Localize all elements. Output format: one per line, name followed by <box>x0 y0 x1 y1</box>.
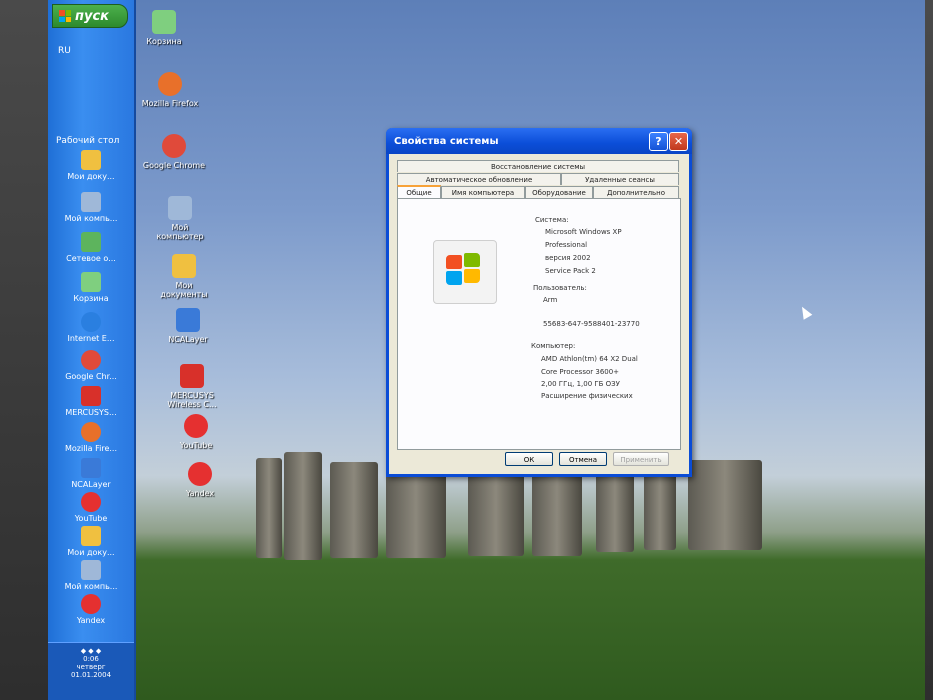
taskbar-item-network[interactable]: Сетевое о... <box>48 232 134 263</box>
ok-button[interactable]: ОК <box>505 452 553 466</box>
system-tray: ◆ ◆ ◆ 0:06 четверг 01.01.2004 <box>48 642 134 700</box>
firefox-icon <box>81 422 101 442</box>
ncalayer-icon <box>176 308 200 332</box>
mouse-pointer <box>797 304 813 320</box>
computer-icon <box>81 192 101 212</box>
taskbar-item-mercusys[interactable]: MERCUSYS... <box>48 386 134 417</box>
desktop-toolbar-label: Рабочий стол <box>56 136 120 146</box>
logo-pane-red <box>446 255 462 269</box>
wallpaper-stone <box>284 452 322 560</box>
taskbar-item-my-documents[interactable]: Мои доку... <box>48 150 134 181</box>
computer-icon <box>168 196 192 220</box>
wallpaper-stone <box>596 466 634 552</box>
taskbar-item-recycle-bin[interactable]: Корзина <box>48 272 134 303</box>
computer-label: Компьютер: <box>531 342 576 350</box>
os-version: версия 2002 <box>545 254 591 262</box>
logo-pane-yellow <box>464 269 480 283</box>
desktop-icon-youtube[interactable]: YouTube <box>164 414 228 450</box>
computer-icon <box>81 560 101 580</box>
help-button[interactable]: ? <box>649 132 668 151</box>
dialog-title: Свойства системы <box>394 135 499 147</box>
recycle-bin-icon <box>81 272 101 292</box>
start-label: пуск <box>75 8 109 24</box>
clock-day: четверг <box>76 663 106 671</box>
folder-icon <box>81 526 101 546</box>
wallpaper-stone <box>256 458 282 558</box>
desktop-icon-my-documents[interactable]: Мои документы <box>152 254 216 299</box>
os-edition: Professional <box>545 241 588 249</box>
chrome-icon <box>81 350 101 370</box>
taskbar-item-ncalayer[interactable]: NCALayer <box>48 458 134 489</box>
product-id: 55683-647-9588401-23770 <box>543 320 640 328</box>
tab-advanced[interactable]: Дополнительно <box>593 186 679 198</box>
tab-computer-name[interactable]: Имя компьютера <box>441 186 525 198</box>
user-label: Пользователь: <box>533 284 587 292</box>
desktop-icon-ncalayer[interactable]: NCALayer <box>156 308 220 344</box>
pae-line: Расширение физических <box>541 392 633 400</box>
taskbar-item-firefox[interactable]: Mozilla Fire... <box>48 422 134 453</box>
os-service-pack: Service Pack 2 <box>545 267 596 275</box>
taskbar-item-yandex[interactable]: Yandex <box>48 594 134 625</box>
system-label: Система: <box>535 216 569 224</box>
ie-icon <box>81 312 101 332</box>
taskbar-item-chrome[interactable]: Google Chr... <box>48 350 134 381</box>
tab-hardware[interactable]: Оборудование <box>525 186 593 198</box>
desktop-icon-my-computer[interactable]: Мой компьютер <box>148 196 212 241</box>
close-button[interactable]: ✕ <box>669 132 688 151</box>
windows-flag-icon <box>59 10 71 22</box>
wifi-icon <box>180 364 204 388</box>
dialog-titlebar[interactable]: Свойства системы ? ✕ <box>386 128 692 154</box>
chrome-icon <box>162 134 186 158</box>
desktop-icon-chrome[interactable]: Google Chrome <box>142 134 206 170</box>
tab-general[interactable]: Общие <box>397 185 441 199</box>
tray-icons[interactable]: ◆ ◆ ◆ <box>48 647 134 655</box>
apply-button[interactable]: Применить <box>613 452 669 466</box>
desktop-icon-recycle-bin[interactable]: Корзина <box>132 10 196 46</box>
wallpaper-stone <box>468 472 524 556</box>
taskbar-item-youtube[interactable]: YouTube <box>48 492 134 523</box>
language-indicator[interactable]: RU <box>58 46 71 56</box>
wallpaper-stone <box>386 470 446 558</box>
cpu-speed-ram: 2,00 ГГц, 1,00 ГБ ОЗУ <box>541 380 620 388</box>
yandex-browser-icon <box>188 462 212 486</box>
firefox-icon <box>158 72 182 96</box>
taskbar-item-internet-explorer[interactable]: Internet E... <box>48 312 134 343</box>
folder-icon <box>172 254 196 278</box>
ncalayer-icon <box>81 458 101 478</box>
wallpaper-stone <box>330 462 378 558</box>
wallpaper-stone <box>532 468 582 556</box>
desktop-icon-yandex[interactable]: Yandex <box>168 462 232 498</box>
yandex-browser-icon <box>184 414 208 438</box>
yandex-browser-icon <box>81 492 101 512</box>
clock-date: 01.01.2004 <box>70 671 112 679</box>
wifi-icon <box>81 386 101 406</box>
tab-system-restore[interactable]: Восстановление системы <box>397 160 679 172</box>
logo-pane-green <box>464 253 480 267</box>
windows-logo-icon <box>433 240 497 304</box>
recycle-bin-icon <box>152 10 176 34</box>
clock-time[interactable]: 0:06 <box>48 655 134 663</box>
taskbar-item-my-documents-2[interactable]: Мои доку... <box>48 526 134 557</box>
desktop-icon-firefox[interactable]: Mozilla Firefox <box>138 72 202 108</box>
network-icon <box>81 232 101 252</box>
wallpaper-stone <box>688 460 762 550</box>
desktop-icon-mercusys[interactable]: MERCUSYS Wireless C... <box>160 364 224 409</box>
cpu-line-2: Core Processor 3600+ <box>541 368 620 376</box>
system-properties-dialog: Свойства системы ? ✕ Восстановление сист… <box>386 128 692 477</box>
cpu-line-1: AMD Athlon(tm) 64 X2 Dual <box>541 355 638 363</box>
folder-icon <box>81 150 101 170</box>
tab-automatic-updates[interactable]: Автоматическое обновление <box>397 173 561 185</box>
taskbar: пуск RU Рабочий стол Мои доку... Мой ком… <box>48 0 136 700</box>
logo-pane-blue <box>446 271 462 285</box>
start-button[interactable]: пуск <box>52 4 128 28</box>
user-name: Arm <box>543 296 558 304</box>
yandex-browser-icon <box>81 594 101 614</box>
taskbar-item-my-computer-2[interactable]: Мой компь... <box>48 560 134 591</box>
taskbar-item-my-computer[interactable]: Мой компь... <box>48 192 134 223</box>
cancel-button[interactable]: Отмена <box>559 452 607 466</box>
tab-remote[interactable]: Удаленные сеансы <box>561 173 679 185</box>
os-name: Microsoft Windows XP <box>545 228 622 236</box>
